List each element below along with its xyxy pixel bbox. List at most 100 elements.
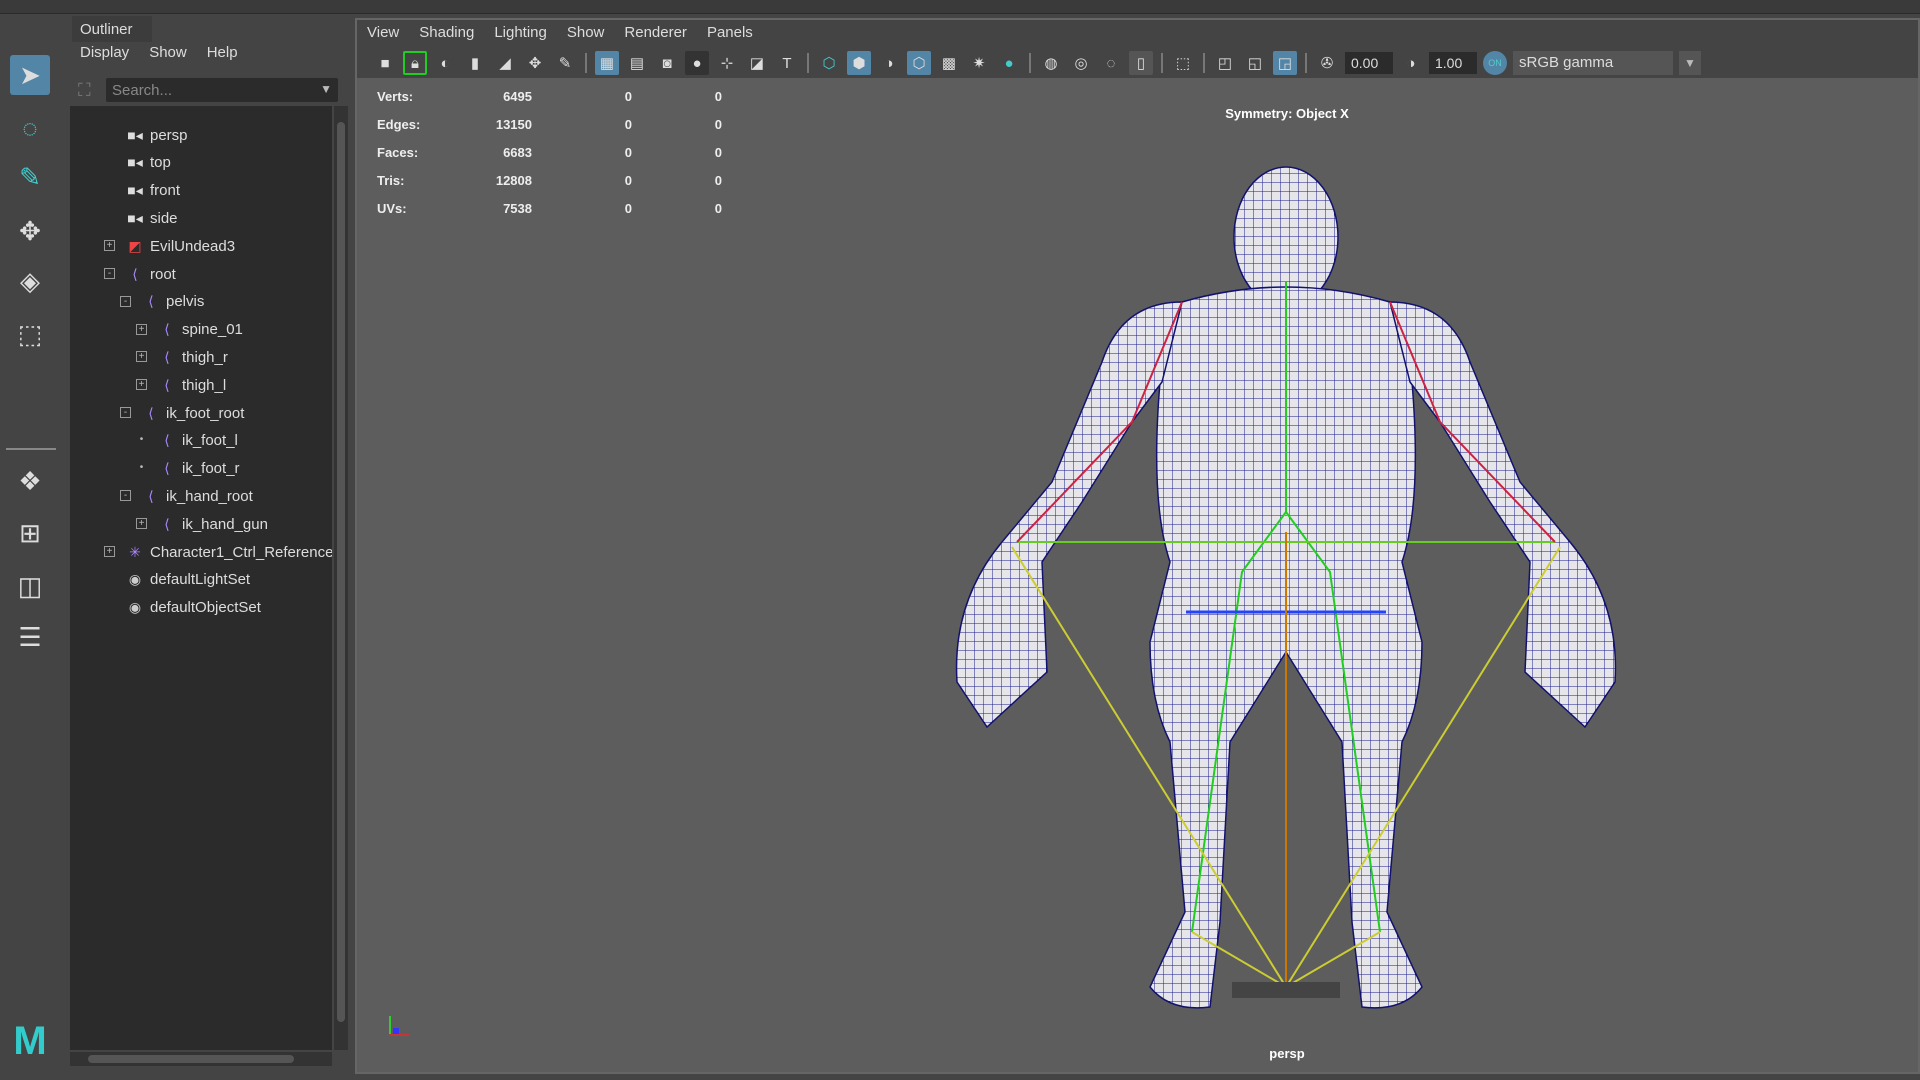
outliner-menu: Display Show Help xyxy=(70,44,238,68)
outliner-item[interactable]: - ⟨ root xyxy=(104,261,176,287)
outliner-item-label: front xyxy=(150,182,181,200)
camera-name-label: persp xyxy=(1269,1046,1305,1061)
outliner-item[interactable]: + ◩ EvilUndead3 xyxy=(104,233,236,259)
outliner-item-label: thigh_l xyxy=(182,376,227,394)
scrollbar-thumb[interactable] xyxy=(337,122,345,1022)
outliner-item[interactable]: ■◂ side xyxy=(126,205,178,231)
camera-icon: ■◂ xyxy=(127,209,143,226)
set-icon: ◉ xyxy=(128,571,142,588)
outliner-item-label: EvilUndead3 xyxy=(150,237,236,255)
outliner-item[interactable]: + ⟨ ik_hand_gun xyxy=(136,511,268,537)
character-model[interactable] xyxy=(357,20,1918,1072)
expand-toggle[interactable]: - xyxy=(120,295,131,307)
joint-icon: ⟨ xyxy=(164,515,170,532)
expand-toggle[interactable]: + xyxy=(104,546,115,557)
expand-toggle[interactable]: + xyxy=(136,379,147,391)
outliner-item[interactable]: - ⟨ pelvis xyxy=(120,289,205,315)
two-pane-layout-icon[interactable]: ◫ xyxy=(10,566,50,606)
menu-display[interactable]: Display xyxy=(80,44,129,68)
chevron-down-icon[interactable]: ▼ xyxy=(320,82,332,96)
maya-logo-icon: M xyxy=(13,1018,47,1063)
joint-icon: ⟨ xyxy=(148,487,154,504)
outliner-item[interactable]: + ⟨ thigh_r xyxy=(136,344,228,370)
joint-icon: ⟨ xyxy=(132,265,138,282)
outliner-item-label: top xyxy=(150,154,171,172)
joint-icon: ⟨ xyxy=(164,348,170,365)
tool-box: ➤ ◌ ✎ ✥ ◈ ⬚ ❖ ⊞ ◫ ☰ M xyxy=(0,18,62,1080)
paint-select-tool-icon[interactable]: ✎ xyxy=(10,157,50,197)
outliner-item-label: pelvis xyxy=(166,293,205,311)
outliner-item[interactable]: - ⟨ ik_hand_root xyxy=(120,483,253,509)
expand-toggle[interactable]: • xyxy=(136,434,147,446)
outliner-item[interactable]: - ⟨ ik_foot_root xyxy=(120,400,245,426)
camera-icon: ■◂ xyxy=(127,154,143,171)
outliner-tab[interactable]: Outliner xyxy=(72,16,152,42)
outliner-item[interactable]: ◉ defaultLightSet xyxy=(126,567,250,593)
top-bar xyxy=(0,0,1920,14)
joint-icon: ⟨ xyxy=(148,293,154,310)
outliner-layout-icon[interactable]: ☰ xyxy=(10,617,50,657)
outliner-item[interactable]: ■◂ persp xyxy=(126,122,188,148)
rotate-tool-icon[interactable]: ◈ xyxy=(10,261,50,301)
outliner-item-label: ik_foot_root xyxy=(166,404,245,422)
scrollbar-thumb[interactable] xyxy=(88,1055,294,1063)
outliner-item[interactable]: ■◂ front xyxy=(126,178,180,204)
lasso-tool-icon[interactable]: ◌ xyxy=(10,108,50,148)
select-tool-icon[interactable]: ➤ xyxy=(10,55,50,95)
right-arm-mesh xyxy=(955,301,1183,729)
joint-icon: ⟨ xyxy=(164,321,170,338)
expand-toggle[interactable]: - xyxy=(120,490,131,502)
set-icon: ◉ xyxy=(128,599,142,616)
outliner-item[interactable]: + ⟨ spine_01 xyxy=(136,317,243,343)
menu-show[interactable]: Show xyxy=(149,44,187,68)
expand-toggle[interactable]: - xyxy=(104,268,115,279)
menu-help[interactable]: Help xyxy=(207,44,238,68)
camera-icon: ■◂ xyxy=(127,182,143,199)
outliner-item[interactable]: + ⟨ thigh_l xyxy=(136,372,227,398)
viewport-panel[interactable]: View Shading Lighting Show Renderer Pane… xyxy=(355,18,1920,1074)
expand-toggle[interactable]: + xyxy=(136,323,147,335)
four-view-layout-icon[interactable]: ⊞ xyxy=(10,513,50,553)
outliner-item[interactable]: ■◂ top xyxy=(126,150,171,176)
filter-icon[interactable]: ⛶ xyxy=(78,80,91,101)
left-arm-mesh xyxy=(1389,301,1617,729)
outliner-item-label: defaultLightSet xyxy=(150,571,251,589)
outliner-item-label: spine_01 xyxy=(182,321,243,339)
horizontal-scrollbar[interactable] xyxy=(70,1052,332,1066)
outliner-panel: Outliner Display Show Help ⛶ Search... ▼ … xyxy=(70,16,348,1080)
axis-indicator xyxy=(385,1010,415,1040)
outliner-item-label: Character1_Ctrl_Reference xyxy=(150,543,332,561)
expand-toggle[interactable]: + xyxy=(136,351,147,363)
outliner-item-label: ik_foot_r xyxy=(182,460,240,478)
scale-tool-icon[interactable]: ⬚ xyxy=(10,314,50,354)
outliner-item[interactable]: ◉ defaultObjectSet xyxy=(126,595,261,621)
outliner-item-label: side xyxy=(150,209,178,227)
move-tool-icon[interactable]: ✥ xyxy=(10,211,50,251)
outliner-item[interactable]: + ✳ Character1_Ctrl_Reference xyxy=(104,539,332,565)
single-perspective-layout-icon[interactable]: ❖ xyxy=(10,461,50,501)
outliner-item-label: ik_hand_root xyxy=(166,487,253,505)
joint-icon: ⟨ xyxy=(164,460,170,477)
outliner-item-label: defaultObjectSet xyxy=(150,599,261,617)
expand-toggle[interactable]: - xyxy=(120,407,131,418)
hik-icon: ✳ xyxy=(129,543,141,560)
joint-icon: ⟨ xyxy=(148,404,154,421)
outliner-item[interactable]: • ⟨ ik_foot_l xyxy=(140,428,238,454)
outliner-item[interactable]: • ⟨ ik_foot_r xyxy=(140,456,240,482)
divider xyxy=(6,448,56,450)
mesh-icon: ◩ xyxy=(128,237,142,254)
outliner-tree: ■◂ persp ■◂ top ■◂ front ■◂ side + ◩ EvilUndead3 - ⟨… xyxy=(70,106,332,1050)
joint-icon: ⟨ xyxy=(164,432,170,449)
expand-toggle[interactable]: + xyxy=(104,240,115,252)
expand-toggle[interactable]: • xyxy=(136,462,147,474)
vertical-scrollbar[interactable] xyxy=(334,106,348,1050)
camera-icon: ■◂ xyxy=(127,126,143,143)
outliner-item-label: ik_foot_l xyxy=(182,432,238,450)
outliner-item-label: ik_hand_gun xyxy=(182,515,268,533)
outliner-item-label: persp xyxy=(150,126,188,144)
search-input[interactable]: Search... ▼ xyxy=(106,78,338,102)
outliner-item-label: root xyxy=(150,265,176,283)
outliner-item-label: thigh_r xyxy=(182,348,228,366)
joint-icon: ⟨ xyxy=(164,376,170,393)
expand-toggle[interactable]: + xyxy=(136,518,147,530)
